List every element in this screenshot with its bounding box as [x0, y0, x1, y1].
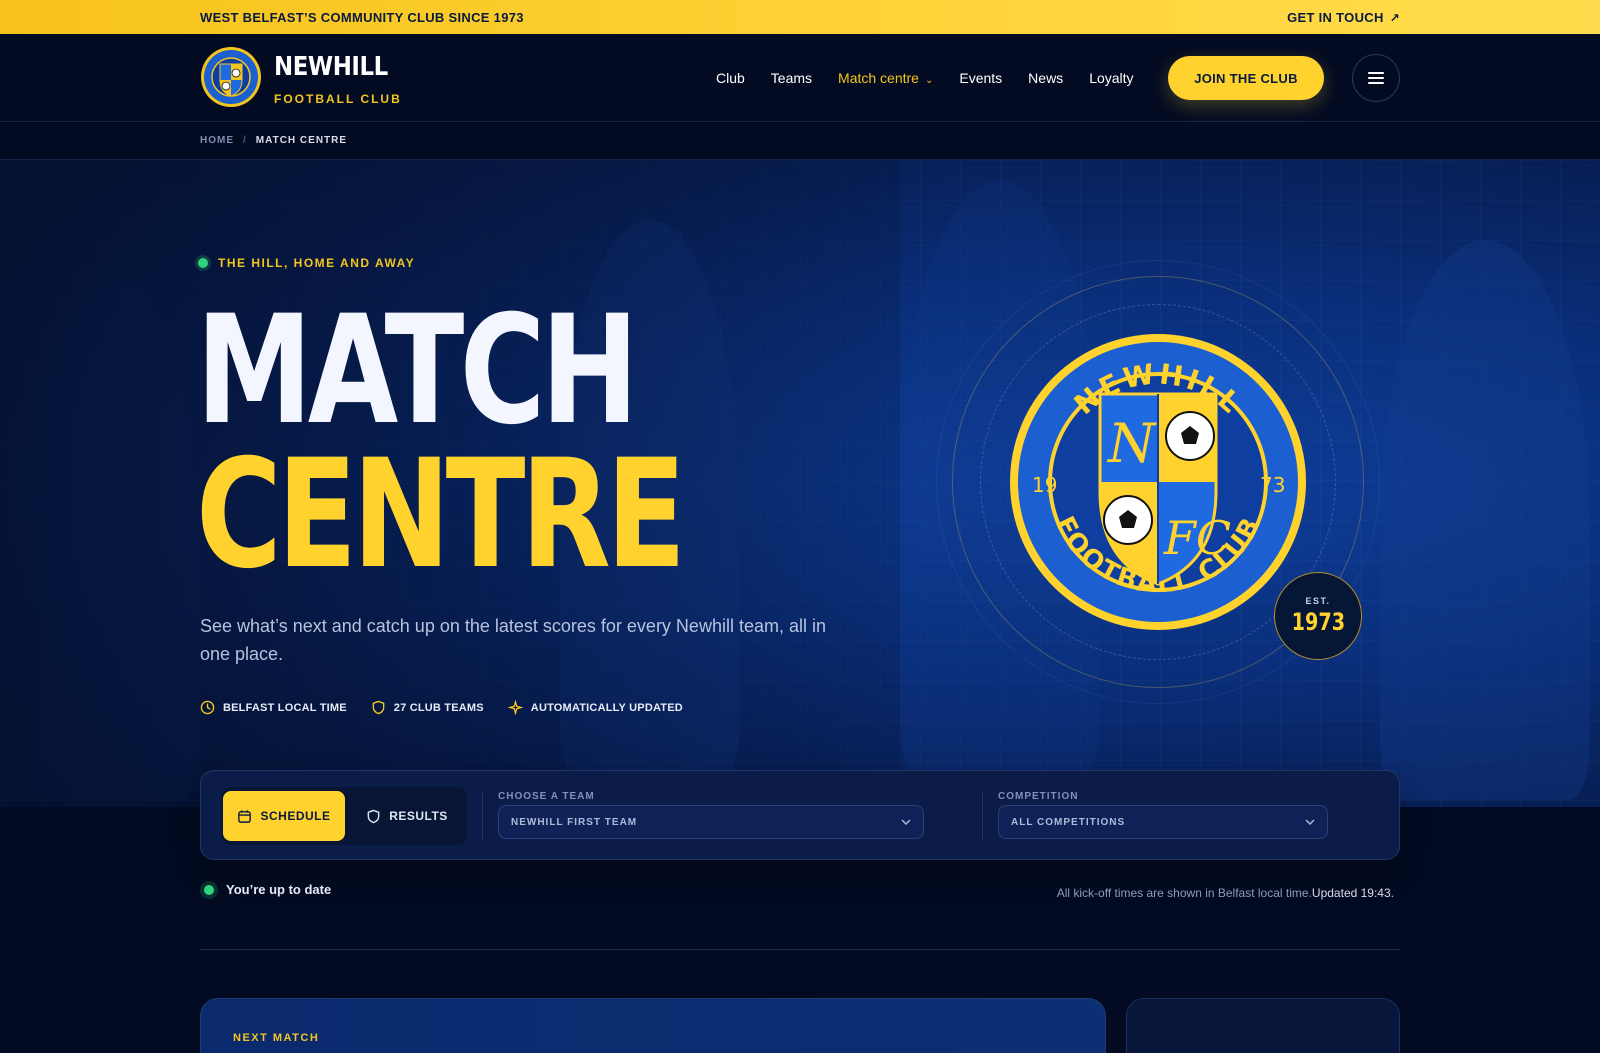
live-dot-icon: [198, 258, 208, 268]
last-updated: Updated 19:43.: [1311, 886, 1394, 900]
brand-name: NEWHILL: [274, 52, 388, 82]
club-crest-logo[interactable]: [200, 46, 262, 108]
nav-links: Club Teams Match centre ⌄ Events News Loy…: [716, 70, 1160, 86]
sync-status-text: You’re up to date: [226, 882, 332, 897]
announcement-bar: WEST BELFAST’S COMMUNITY CLUB SINCE 1973…: [0, 0, 1600, 34]
menu-button[interactable]: [1352, 54, 1400, 102]
clock-icon: [200, 700, 215, 715]
svg-text:FC: FC: [1163, 511, 1231, 565]
club-crest-large: NEWHILL FOOTBALL CLUB 19 73 N FC: [1010, 334, 1306, 630]
side-card: [1126, 998, 1400, 1053]
breadcrumb-home[interactable]: HOME: [200, 135, 234, 146]
get-in-touch-link[interactable]: GET IN TOUCH ↗: [1287, 10, 1400, 25]
shield-icon: [367, 809, 380, 823]
timezone-note: All kick-off times are shown in Belfast …: [1057, 886, 1394, 900]
hero-title-line-2: CENTRE: [196, 428, 686, 602]
match-filter-panel: SCHEDULE RESULTS CHOOSE A TEAM NEWHILL F…: [200, 770, 1400, 860]
hero-description: See what’s next and catch up on the late…: [200, 616, 826, 664]
shield-icon: [372, 700, 385, 715]
nav-link-match-centre[interactable]: Match centre ⌄: [838, 70, 933, 86]
chip-local-time: BELFAST LOCAL TIME: [200, 700, 347, 715]
filter-divider: [982, 791, 983, 841]
hero-title-line-1: MATCH: [196, 284, 639, 458]
join-club-button[interactable]: JOIN THE CLUB: [1168, 56, 1324, 100]
chip-auto-updated: AUTOMATICALLY UPDATED: [507, 700, 683, 715]
chevron-down-icon: [901, 819, 911, 826]
svg-text:N: N: [1106, 412, 1157, 475]
timezone-note-text: All kick-off times are shown in Belfast …: [1056, 886, 1312, 900]
chevron-down-icon: [1305, 819, 1315, 826]
hero-feature-chips: BELFAST LOCAL TIME 27 CLUB TEAMS AUTOMAT…: [200, 700, 683, 715]
established-label: EST.: [1305, 596, 1331, 606]
competition-select-value: ALL COMPETITIONS: [1011, 816, 1126, 828]
nav-link-loyalty[interactable]: Loyalty: [1089, 70, 1133, 86]
chip-club-teams: 27 CLUB TEAMS: [371, 700, 484, 715]
breadcrumb: HOME / MATCH CENTRE: [0, 122, 1600, 160]
sync-status: You’re up to date: [200, 882, 331, 897]
team-select-label: CHOOSE A TEAM: [498, 791, 595, 802]
player-silhouette: [1380, 240, 1590, 800]
next-match-label: NEXT MATCH: [233, 1032, 320, 1044]
hero-eyebrow-text: THE HILL, HOME AND AWAY: [218, 256, 416, 270]
svg-text:19: 19: [1032, 473, 1057, 497]
breadcrumb-separator: /: [243, 135, 247, 146]
calendar-icon: [238, 809, 252, 823]
competition-select[interactable]: ALL COMPETITIONS: [998, 805, 1328, 839]
nav-link-teams[interactable]: Teams: [771, 70, 812, 86]
breadcrumb-current: MATCH CENTRE: [255, 135, 348, 146]
get-in-touch-label: GET IN TOUCH: [1287, 10, 1384, 25]
section-divider: [200, 949, 1400, 950]
tab-schedule-label: SCHEDULE: [260, 809, 331, 823]
tab-results-label: RESULTS: [389, 809, 448, 823]
brand-subtitle: FOOTBALL CLUB: [274, 92, 402, 106]
competition-select-label: COMPETITION: [998, 791, 1079, 802]
nav-link-match-centre-label: Match centre: [838, 70, 919, 86]
tab-results[interactable]: RESULTS: [351, 791, 463, 841]
next-match-card[interactable]: NEXT MATCH: [200, 998, 1106, 1053]
nav-link-events[interactable]: Events: [959, 70, 1002, 86]
chip-club-teams-label: 27 CLUB TEAMS: [393, 701, 484, 714]
chip-auto-updated-label: AUTOMATICALLY UPDATED: [530, 701, 683, 714]
established-badge: EST. 1973: [1274, 572, 1362, 660]
chip-local-time-label: BELFAST LOCAL TIME: [223, 701, 347, 714]
chevron-down-icon: ⌄: [924, 75, 934, 86]
hamburger-icon: [1368, 72, 1384, 84]
club-tagline: WEST BELFAST’S COMMUNITY CLUB SINCE 1973: [200, 10, 524, 25]
view-toggle: SCHEDULE RESULTS: [221, 787, 467, 845]
main-navigation: NEWHILL FOOTBALL CLUB Club Teams Match c…: [0, 34, 1600, 122]
nav-link-news[interactable]: News: [1028, 70, 1063, 86]
hero-eyebrow: THE HILL, HOME AND AWAY: [198, 256, 415, 270]
team-select-value: NEWHILL FIRST TEAM: [511, 816, 638, 828]
established-year: 1973: [1291, 608, 1345, 636]
filter-divider: [482, 791, 483, 841]
nav-link-club[interactable]: Club: [716, 70, 745, 86]
sparkles-icon: [507, 700, 523, 715]
svg-text:73: 73: [1260, 473, 1285, 497]
arrow-up-right-icon: ↗: [1389, 11, 1400, 25]
tab-schedule[interactable]: SCHEDULE: [223, 791, 345, 841]
status-dot-icon: [204, 884, 214, 895]
team-select[interactable]: NEWHILL FIRST TEAM: [498, 805, 924, 839]
